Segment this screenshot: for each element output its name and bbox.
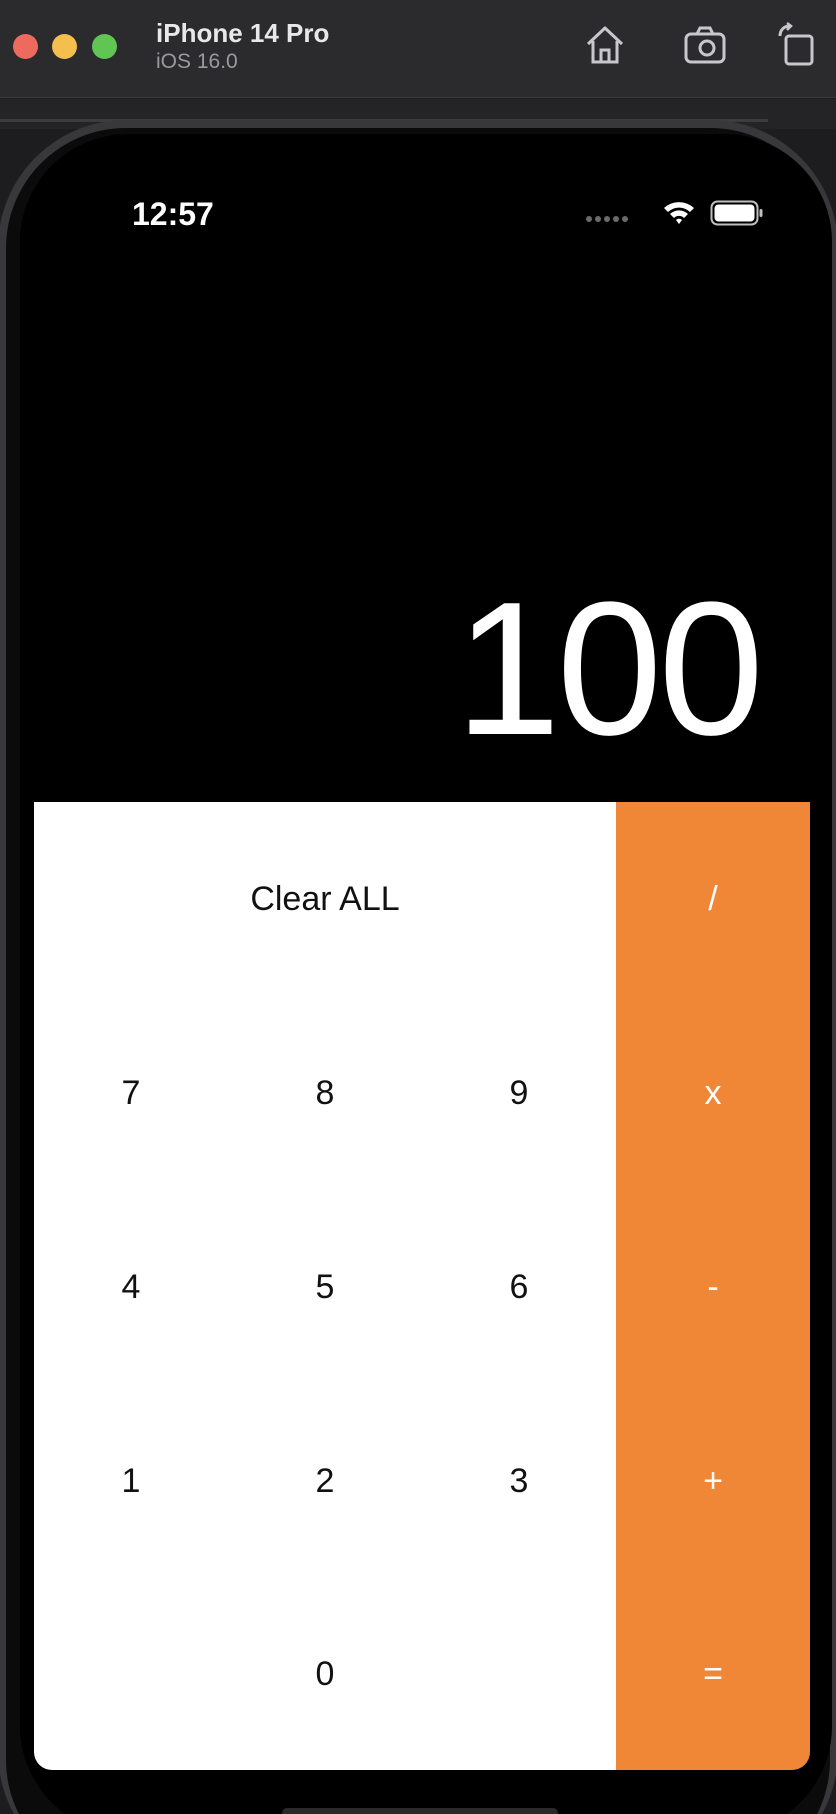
divide-button[interactable]: / [616,802,810,996]
phone-screen: 12:57 100 Clear ALL / 7 8 9 x 4 5 6 - 1 … [20,134,832,1814]
minus-button[interactable]: - [616,1190,810,1384]
zoom-window-button[interactable] [92,34,117,59]
keypad: Clear ALL / 7 8 9 x 4 5 6 - 1 2 3 + 0 = [34,802,810,1770]
digit-3-button[interactable]: 3 [422,1384,616,1578]
battery-icon [710,200,763,226]
digit-5-button[interactable]: 5 [228,1190,422,1384]
signal-dots-icon [586,216,628,222]
status-icons [586,198,766,230]
os-version: iOS 16.0 [156,50,238,73]
equals-button[interactable]: = [616,1578,810,1770]
status-time: 12:57 [132,196,214,232]
digit-4-button[interactable]: 4 [34,1190,228,1384]
digit-9-button[interactable]: 9 [422,996,616,1190]
screenshot-icon[interactable] [682,22,728,68]
clear-all-button[interactable]: Clear ALL [34,802,616,996]
digit-0-button[interactable]: 0 [34,1578,616,1770]
digit-6-button[interactable]: 6 [422,1190,616,1384]
plus-button[interactable]: + [616,1384,810,1578]
digit-1-button[interactable]: 1 [34,1384,228,1578]
rotate-icon[interactable] [774,22,820,68]
wifi-icon [664,202,694,224]
home-indicator [282,1808,558,1814]
minimize-window-button[interactable] [52,34,77,59]
device-name: iPhone 14 Pro [156,18,330,48]
close-window-button[interactable] [13,34,38,59]
simulator-toolbar: iPhone 14 Pro iOS 16.0 [0,0,836,98]
home-icon[interactable] [582,22,628,68]
digit-2-button[interactable]: 2 [228,1384,422,1578]
digit-7-button[interactable]: 7 [34,996,228,1190]
calculator-display: 100 [454,563,764,775]
multiply-button[interactable]: x [616,996,810,1190]
digit-8-button[interactable]: 8 [228,996,422,1190]
